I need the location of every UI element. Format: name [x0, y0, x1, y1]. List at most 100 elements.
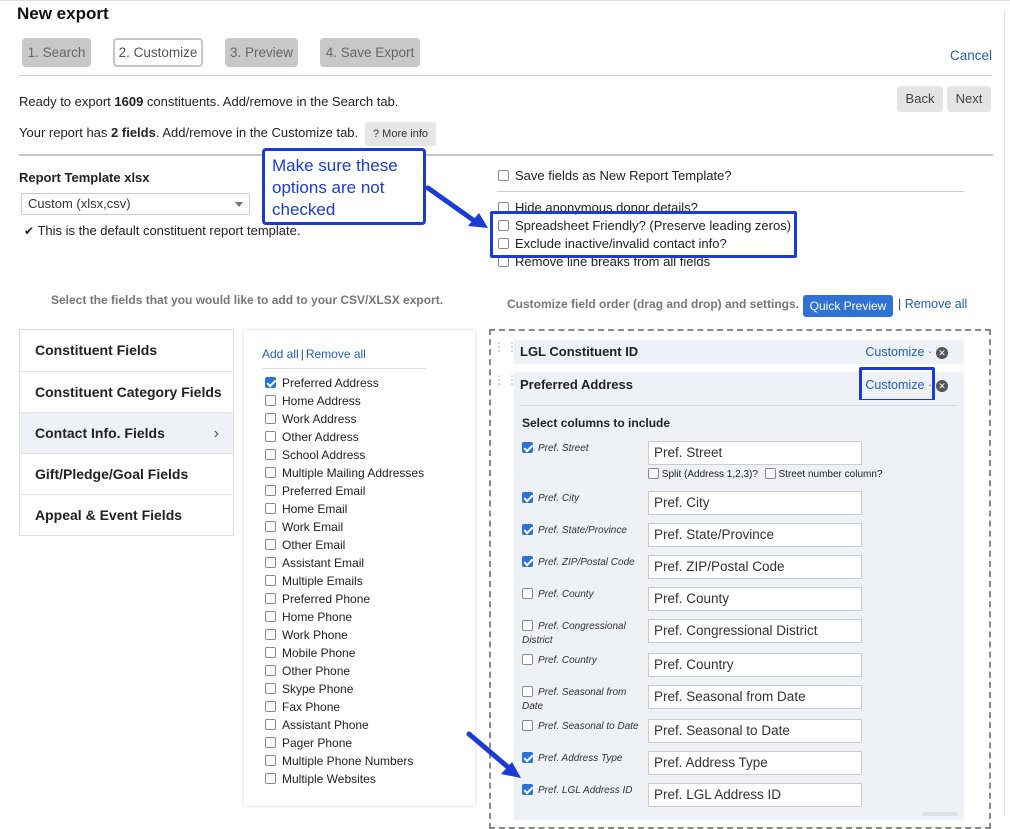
checkbox[interactable] — [265, 413, 276, 425]
field-item[interactable]: Work Email — [265, 520, 343, 534]
step-search[interactable]: 1. Search — [22, 38, 91, 67]
checkbox[interactable] — [265, 467, 276, 479]
column-name-input[interactable]: Pref. County — [648, 587, 862, 611]
column-name-input[interactable]: Pref. LGL Address ID — [648, 783, 862, 807]
field-item[interactable]: Other Address — [265, 430, 359, 444]
column-pref-lgl-address-id[interactable]: Pref. LGL Address ID — [522, 783, 642, 798]
step-save-export[interactable]: 4. Save Export — [320, 38, 420, 67]
checkbox[interactable] — [265, 593, 276, 605]
field-item[interactable]: Multiple Mailing Addresses — [265, 466, 424, 480]
column-pref-congressional-district[interactable]: Pref. Congressional District — [522, 619, 637, 648]
column-name-input[interactable]: Pref. Seasonal from Date — [648, 685, 862, 709]
checkbox[interactable] — [265, 647, 276, 659]
next-button[interactable]: Next — [947, 86, 991, 112]
checkbox[interactable] — [265, 665, 276, 677]
column-pref-county[interactable]: Pref. County — [522, 587, 642, 602]
checkbox[interactable] — [498, 170, 509, 182]
step-customize[interactable]: 2. Customize — [113, 38, 203, 67]
checkbox[interactable] — [522, 685, 533, 697]
selected-field-lgl-constituent-id[interactable]: LGL Constituent ID Customize · ✕ — [514, 340, 964, 364]
field-item[interactable]: Home Phone — [265, 610, 352, 624]
checkbox[interactable] — [265, 521, 276, 533]
option-save-template[interactable]: Save fields as New Report Template? — [498, 168, 732, 183]
quick-preview-button[interactable]: Quick Preview — [803, 295, 893, 317]
checkbox[interactable] — [265, 431, 276, 443]
field-item[interactable]: Fax Phone — [265, 700, 340, 714]
category-contact-info-fields[interactable]: Contact Info. Fields › — [20, 412, 233, 453]
more-info-button[interactable]: ? More info — [365, 122, 436, 146]
field-item[interactable]: Multiple Websites — [265, 772, 376, 786]
checkbox[interactable] — [522, 523, 533, 535]
checkbox[interactable] — [265, 611, 276, 623]
column-name-input[interactable]: Pref. City — [648, 491, 862, 515]
checkbox[interactable] — [522, 491, 533, 503]
checkbox[interactable] — [265, 719, 276, 731]
field-item[interactable]: Preferred Email — [265, 484, 365, 498]
field-item[interactable]: Home Address — [265, 394, 361, 408]
back-button[interactable]: Back — [897, 86, 943, 112]
checkbox[interactable] — [522, 619, 533, 631]
checkbox[interactable] — [265, 539, 276, 551]
column-name-input[interactable]: Pref. Seasonal to Date — [648, 719, 862, 743]
column-name-input[interactable]: Pref. ZIP/Postal Code — [648, 555, 862, 579]
column-pref-seasonal-to[interactable]: Pref. Seasonal to Date — [522, 719, 642, 734]
column-pref-state[interactable]: Pref. State/Province — [522, 523, 642, 538]
category-gift-pledge-goal-fields[interactable]: Gift/Pledge/Goal Fields — [20, 453, 233, 494]
field-item[interactable]: Mobile Phone — [265, 646, 355, 660]
checkbox[interactable] — [522, 783, 533, 795]
column-name-input[interactable]: Pref. Street — [648, 441, 862, 465]
column-pref-address-type[interactable]: Pref. Address Type — [522, 751, 642, 766]
column-name-input[interactable]: Pref. Address Type — [648, 751, 862, 775]
category-constituent-category-fields[interactable]: Constituent Category Fields — [20, 371, 233, 412]
field-item[interactable]: Other Phone — [265, 664, 350, 678]
checkbox[interactable] — [265, 395, 276, 407]
remove-all-fields-link[interactable]: Remove all — [306, 347, 366, 361]
checkbox[interactable] — [265, 683, 276, 695]
column-name-input[interactable]: Pref. Country — [648, 653, 862, 677]
street-number-checkbox[interactable] — [764, 467, 776, 479]
checkbox[interactable] — [265, 485, 276, 497]
checkbox[interactable] — [522, 555, 533, 567]
add-all-link[interactable]: Add all — [262, 347, 299, 361]
field-item[interactable]: Preferred Address — [265, 376, 379, 390]
checkbox[interactable] — [265, 575, 276, 587]
field-item[interactable]: Multiple Emails — [265, 574, 363, 588]
split-address-checkbox[interactable] — [648, 467, 659, 479]
remove-all-link[interactable]: Remove all — [905, 297, 968, 311]
remove-field-icon[interactable]: ✕ — [936, 379, 948, 392]
step-preview[interactable]: 3. Preview — [225, 38, 298, 67]
field-item[interactable]: School Address — [265, 448, 365, 462]
field-item[interactable]: Skype Phone — [265, 682, 353, 696]
checkbox[interactable] — [265, 449, 276, 461]
field-item[interactable]: Work Address — [265, 412, 356, 426]
remove-field-icon[interactable]: ✕ — [936, 346, 948, 359]
field-item[interactable]: Pager Phone — [265, 736, 352, 750]
column-pref-city[interactable]: Pref. City — [522, 491, 642, 506]
customize-link[interactable]: Customize — [865, 345, 924, 359]
cancel-link[interactable]: Cancel — [950, 48, 992, 63]
category-appeal-event-fields[interactable]: Appeal & Event Fields — [20, 494, 233, 535]
checkbox[interactable] — [522, 587, 533, 599]
checkbox[interactable] — [265, 503, 276, 515]
checkbox[interactable] — [265, 737, 276, 749]
checkbox[interactable] — [265, 773, 276, 785]
field-item[interactable]: Assistant Email — [265, 556, 364, 570]
checkbox[interactable] — [265, 629, 276, 641]
field-item[interactable]: Home Email — [265, 502, 347, 516]
category-constituent-fields[interactable]: Constituent Fields — [20, 330, 233, 371]
checkbox[interactable] — [522, 441, 533, 453]
column-pref-zip[interactable]: Pref. ZIP/Postal Code — [522, 555, 642, 570]
template-select[interactable]: Custom (xlsx,csv) — [21, 193, 250, 215]
field-item[interactable]: Preferred Phone — [265, 592, 370, 606]
checkbox[interactable] — [265, 557, 276, 569]
column-pref-country[interactable]: Pref. Country — [522, 653, 642, 668]
checkbox[interactable] — [522, 653, 533, 665]
column-pref-street[interactable]: Pref. Street — [522, 441, 642, 456]
field-item[interactable]: Multiple Phone Numbers — [265, 754, 413, 768]
column-pref-seasonal-from[interactable]: Pref. Seasonal from Date — [522, 685, 637, 714]
field-item[interactable]: Other Email — [265, 538, 345, 552]
checkbox[interactable] — [265, 701, 276, 713]
checkbox[interactable] — [265, 755, 276, 767]
column-name-input[interactable]: Pref. State/Province — [648, 523, 862, 547]
checkbox[interactable] — [265, 377, 276, 389]
